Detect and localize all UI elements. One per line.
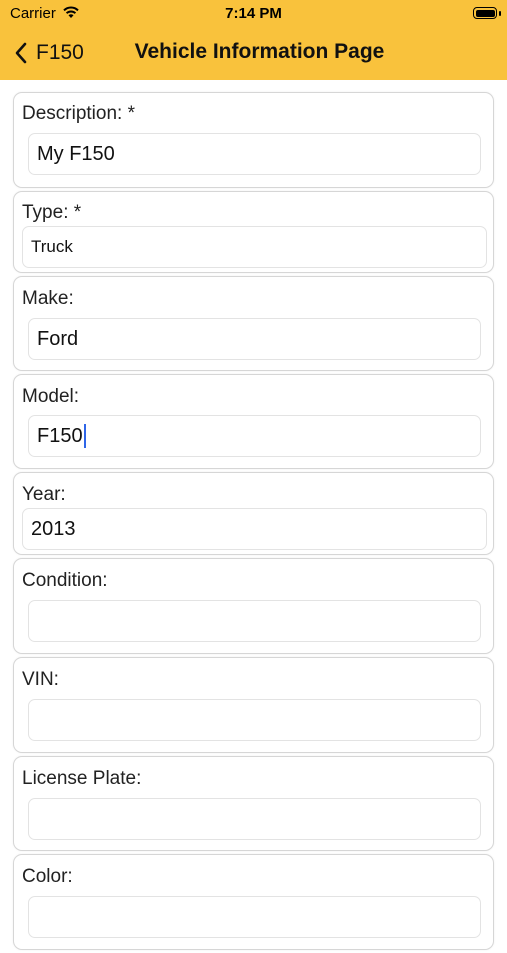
status-bar: Carrier 7:14 PM xyxy=(0,0,507,28)
vin-card: VIN: xyxy=(13,657,494,753)
condition-card: Condition: xyxy=(13,558,494,654)
vin-label: VIN: xyxy=(22,669,59,690)
battery-icon xyxy=(473,7,497,19)
color-card: Color: xyxy=(13,854,494,950)
model-card: Model: F150 xyxy=(13,374,494,469)
year-input[interactable]: 2013 xyxy=(22,508,487,550)
type-select[interactable]: Truck xyxy=(22,226,487,268)
battery-cap xyxy=(499,11,501,16)
color-label: Color: xyxy=(22,866,73,887)
make-label: Make: xyxy=(22,288,74,309)
model-label: Model: xyxy=(22,386,80,407)
description-label: Description: * xyxy=(22,103,135,124)
text-cursor xyxy=(83,424,86,448)
color-input[interactable] xyxy=(28,896,481,938)
vin-input[interactable] xyxy=(28,699,481,741)
license-plate-label: License Plate: xyxy=(22,768,142,789)
year-card: Year: 2013 xyxy=(13,472,494,555)
type-card: Type: * Truck xyxy=(13,191,494,273)
make-card: Make: Ford xyxy=(13,276,494,371)
model-input[interactable]: F150 xyxy=(28,415,481,457)
page-title: Vehicle Information Page xyxy=(134,40,385,63)
model-value: F150 xyxy=(37,424,83,447)
license-plate-card: License Plate: xyxy=(13,756,494,851)
navigation-bar: F150 Vehicle Information Page xyxy=(0,28,507,80)
vehicle-form: Description: * My F150 Type: * Truck Mak… xyxy=(13,92,494,953)
type-label: Type: * xyxy=(22,202,82,223)
condition-input[interactable] xyxy=(28,600,481,642)
year-label: Year: xyxy=(22,484,66,505)
description-card: Description: * My F150 xyxy=(13,92,494,188)
status-time: 7:14 PM xyxy=(225,5,282,22)
condition-label: Condition: xyxy=(22,570,108,591)
make-input[interactable]: Ford xyxy=(28,318,481,360)
license-plate-input[interactable] xyxy=(28,798,481,840)
header-bar: Carrier 7:14 PM F150 Vehicle Information… xyxy=(0,0,507,80)
description-input[interactable]: My F150 xyxy=(28,133,481,175)
